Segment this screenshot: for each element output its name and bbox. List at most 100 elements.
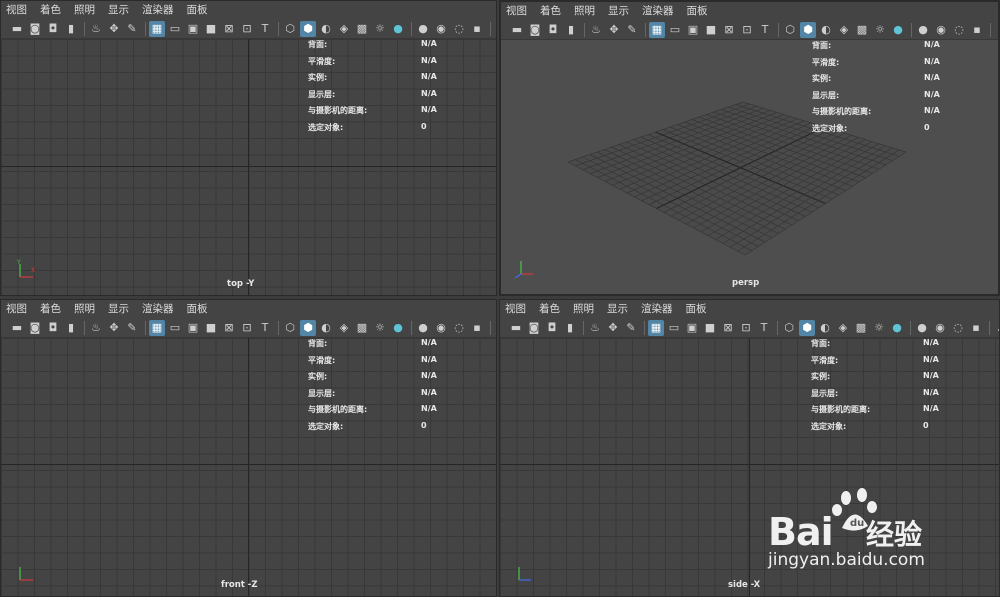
shadows-icon[interactable]: ◈ (835, 320, 851, 336)
grid-icon[interactable]: ▦ (649, 22, 665, 38)
shadows-icon[interactable]: ◈ (336, 320, 352, 336)
safe-action-icon[interactable]: ⊡ (239, 320, 255, 336)
film-gate-icon[interactable]: ▭ (666, 320, 682, 336)
resolution-gate-icon[interactable]: ▣ (685, 22, 701, 38)
film-gate-icon[interactable]: ▭ (167, 320, 183, 336)
bookmark-camera-icon[interactable]: ◘ (45, 21, 61, 37)
menu-panels[interactable]: 面板 (187, 300, 208, 319)
ambient-occlusion-icon[interactable]: ● (390, 320, 406, 336)
camera-icon[interactable]: ▬ (508, 320, 524, 336)
isolate-select-icon[interactable]: ▪ (968, 320, 984, 336)
lights-icon[interactable]: ☼ (372, 320, 388, 336)
select-camera-icon[interactable]: ➚ (993, 320, 999, 336)
menu-lighting[interactable]: 照明 (574, 2, 595, 21)
bookmark-icon[interactable]: ▮ (562, 320, 578, 336)
wireframe-icon[interactable]: ⬡ (781, 320, 797, 336)
lights-icon[interactable]: ☼ (872, 22, 888, 38)
field-chart-icon[interactable]: ⊠ (721, 22, 737, 38)
texture-icon[interactable]: ▩ (853, 320, 869, 336)
anti-alias-icon[interactable]: ◉ (433, 320, 449, 336)
menu-renderer[interactable]: 渲染器 (142, 1, 174, 20)
bookmark-camera-icon[interactable]: ◘ (545, 22, 561, 38)
depth-of-field-icon[interactable]: ◌ (951, 22, 967, 38)
image-plane-icon[interactable]: ♨ (587, 320, 603, 336)
safe-action-icon[interactable]: ⊡ (739, 22, 755, 38)
menu-shading[interactable]: 着色 (40, 300, 61, 319)
field-chart-icon[interactable]: ⊠ (221, 21, 237, 37)
motion-blur-icon[interactable]: ● (914, 320, 930, 336)
field-chart-icon[interactable]: ⊠ (221, 320, 237, 336)
menu-show[interactable]: 显示 (608, 2, 629, 21)
bookmark-camera-icon[interactable]: ◘ (544, 320, 560, 336)
wireframe-icon[interactable]: ⬡ (782, 22, 798, 38)
default-light-icon[interactable]: ◐ (818, 22, 834, 38)
camera-attr-icon[interactable]: ◙ (526, 320, 542, 336)
safe-title-icon[interactable]: T (257, 320, 273, 336)
gate-mask-icon[interactable]: ■ (203, 21, 219, 37)
viewport-canvas[interactable]: 背面: N/A 平滑度: N/A 实例: N/A 显示层: N/A 与摄影机的距… (1, 338, 496, 596)
ambient-occlusion-icon[interactable]: ● (890, 22, 906, 38)
wireframe-icon[interactable]: ⬡ (282, 21, 298, 37)
camera-attr-icon[interactable]: ◙ (527, 22, 543, 38)
default-light-icon[interactable]: ◐ (318, 21, 334, 37)
bookmark-icon[interactable]: ▮ (563, 22, 579, 38)
camera-attr-icon[interactable]: ◙ (27, 21, 43, 37)
ambient-occlusion-icon[interactable]: ● (390, 21, 406, 37)
2d-pan-icon[interactable]: ✥ (606, 22, 622, 38)
image-plane-icon[interactable]: ♨ (588, 22, 604, 38)
safe-action-icon[interactable]: ⊡ (239, 21, 255, 37)
shadows-icon[interactable]: ◈ (336, 21, 352, 37)
anti-alias-icon[interactable]: ◉ (933, 22, 949, 38)
safe-title-icon[interactable]: T (257, 21, 273, 37)
lights-icon[interactable]: ☼ (372, 21, 388, 37)
smooth-shade-icon[interactable]: ⬢ (300, 21, 316, 37)
menu-renderer[interactable]: 渲染器 (142, 300, 174, 319)
film-gate-icon[interactable]: ▭ (667, 22, 683, 38)
shadows-icon[interactable]: ◈ (836, 22, 852, 38)
wireframe-icon[interactable]: ⬡ (282, 320, 298, 336)
texture-icon[interactable]: ▩ (354, 21, 370, 37)
image-plane-icon[interactable]: ♨ (88, 320, 104, 336)
lights-icon[interactable]: ☼ (871, 320, 887, 336)
menu-view[interactable]: 视图 (6, 300, 27, 319)
resolution-gate-icon[interactable]: ▣ (185, 21, 201, 37)
grid-icon[interactable]: ▦ (648, 320, 664, 336)
safe-title-icon[interactable]: T (756, 320, 772, 336)
grid-icon[interactable]: ▦ (149, 21, 165, 37)
camera-icon[interactable]: ▬ (9, 320, 25, 336)
isolate-select-icon[interactable]: ▪ (469, 21, 485, 37)
camera-attr-icon[interactable]: ◙ (27, 320, 43, 336)
ambient-occlusion-icon[interactable]: ● (889, 320, 905, 336)
grease-pencil-icon[interactable]: ✎ (124, 21, 140, 37)
bookmark-icon[interactable]: ▮ (63, 320, 79, 336)
depth-of-field-icon[interactable]: ◌ (950, 320, 966, 336)
bookmark-icon[interactable]: ▮ (63, 21, 79, 37)
menu-lighting[interactable]: 照明 (74, 1, 95, 20)
menu-view[interactable]: 视图 (506, 2, 527, 21)
texture-icon[interactable]: ▩ (854, 22, 870, 38)
gate-mask-icon[interactable]: ■ (203, 320, 219, 336)
smooth-shade-icon[interactable]: ⬢ (799, 320, 815, 336)
camera-icon[interactable]: ▬ (9, 21, 25, 37)
anti-alias-icon[interactable]: ◉ (932, 320, 948, 336)
menu-panels[interactable]: 面板 (686, 300, 707, 319)
menu-renderer[interactable]: 渲染器 (641, 300, 673, 319)
menu-shading[interactable]: 着色 (540, 2, 561, 21)
menu-show[interactable]: 显示 (108, 1, 129, 20)
menu-lighting[interactable]: 照明 (573, 300, 594, 319)
viewport-canvas[interactable]: 背面: N/A 平滑度: N/A 实例: N/A 显示层: N/A 与摄影机的距… (1, 39, 496, 295)
grease-pencil-icon[interactable]: ✎ (623, 320, 639, 336)
anti-alias-icon[interactable]: ◉ (433, 21, 449, 37)
film-gate-icon[interactable]: ▭ (167, 21, 183, 37)
viewport-canvas[interactable]: 背面: N/A 平滑度: N/A 实例: N/A 显示层: N/A 与摄影机的距… (501, 40, 998, 294)
menu-view[interactable]: 视图 (505, 300, 526, 319)
grease-pencil-icon[interactable]: ✎ (624, 22, 640, 38)
gate-mask-icon[interactable]: ■ (702, 320, 718, 336)
safe-title-icon[interactable]: T (757, 22, 773, 38)
2d-pan-icon[interactable]: ✥ (106, 320, 122, 336)
isolate-select-icon[interactable]: ▪ (969, 22, 985, 38)
field-chart-icon[interactable]: ⊠ (720, 320, 736, 336)
select-camera-icon[interactable]: ➚ (994, 22, 998, 38)
grease-pencil-icon[interactable]: ✎ (124, 320, 140, 336)
menu-show[interactable]: 显示 (607, 300, 628, 319)
